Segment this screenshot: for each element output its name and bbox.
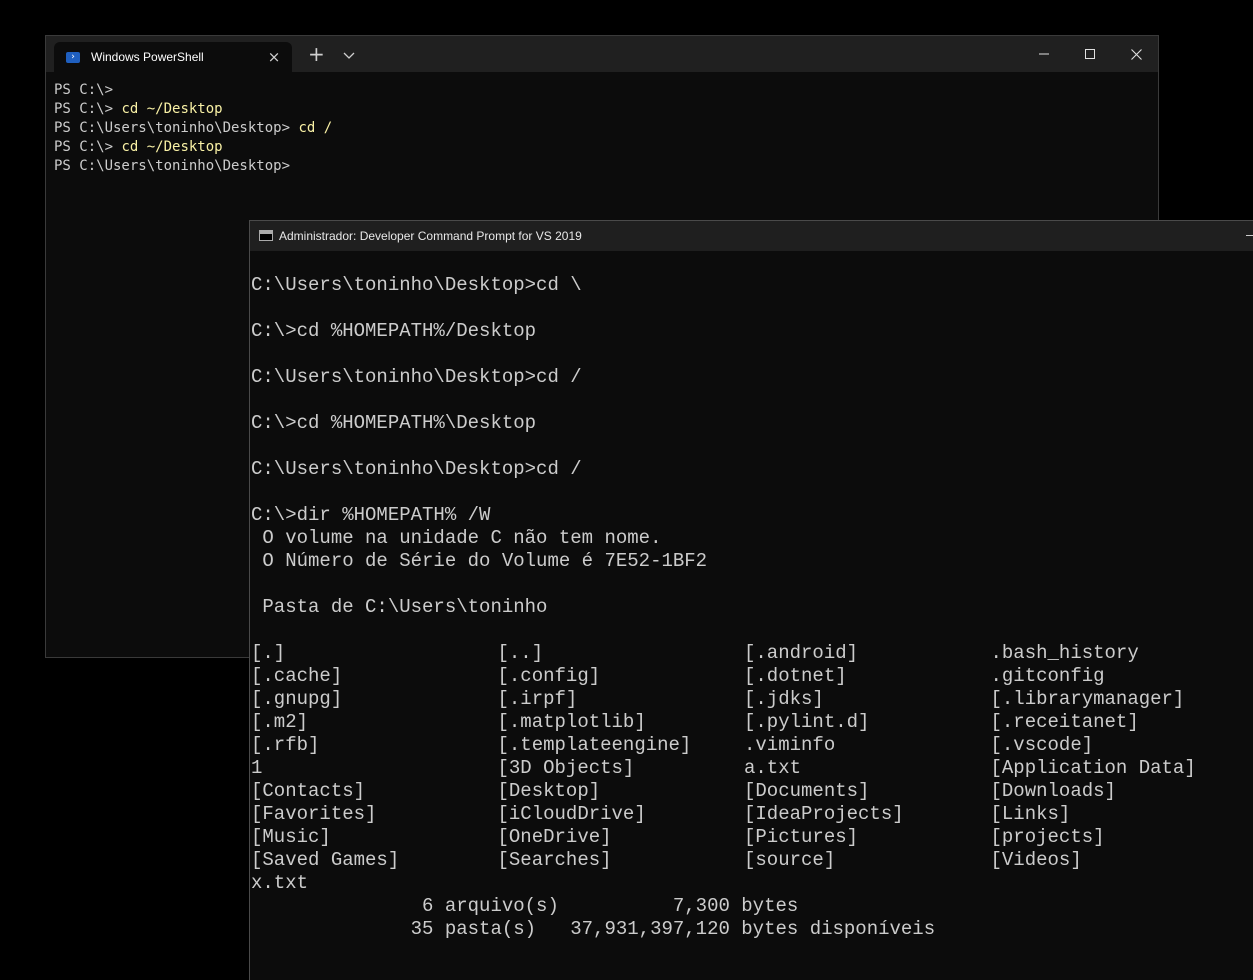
close-icon[interactable]: × — [264, 48, 284, 66]
command: cd ~/Desktop — [121, 101, 223, 117]
terminal-line: C:\>dir %HOMEPATH% /W — [251, 504, 491, 526]
command-history: C:\Users\toninho\Desktop>cd \ C:\>cd %HOM… — [251, 274, 1237, 642]
tab-title: Windows PowerShell — [91, 50, 204, 64]
summary-line: 6 arquivo(s) 7,300 bytes — [251, 895, 799, 917]
dir-entry: .bash_history — [990, 642, 1139, 664]
dir-listing: [.] [..] [.android] .bash_history [.cache] [.… — [251, 642, 1237, 895]
minimize-icon[interactable] — [1021, 36, 1067, 72]
dir-entry: [projects] — [990, 826, 1105, 848]
dir-entry: [.m2] — [251, 711, 309, 733]
dir-entry: [Saved Games] — [251, 849, 400, 871]
dir-entry: 1 — [251, 757, 263, 779]
dir-entry: [.pylint.d] — [744, 711, 870, 733]
terminal-output[interactable]: PS C:\> PS C:\> cd ~/Desktop PS C:\Users\… — [54, 81, 332, 176]
dir-entry: [IdeaProjects] — [744, 803, 904, 825]
dir-entry: [.rfb] — [251, 734, 320, 756]
dir-entry: [.templateengine] — [497, 734, 692, 756]
dir-entry: .gitconfig — [990, 665, 1105, 687]
terminal-line: C:\Users\toninho\Desktop>cd / — [251, 458, 582, 480]
summary-line: 35 pasta(s) 37,931,397,120 bytes disponí… — [251, 918, 936, 940]
dir-entry: [.jdks] — [744, 688, 824, 710]
terminal-line: PS C:\> cd ~/Desktop — [54, 138, 332, 157]
dir-entry: [OneDrive] — [497, 826, 612, 848]
terminal-line: C:\Users\toninho\Desktop>cd \ — [251, 274, 582, 296]
dir-entry: [.gnupg] — [251, 688, 343, 710]
prompt: PS C:\> — [54, 101, 122, 117]
terminal-line: C:\>cd %HOMEPATH%\Desktop — [251, 412, 537, 434]
terminal-line: PS C:\> — [54, 81, 332, 100]
dir-entry: [Downloads] — [990, 780, 1116, 802]
dir-entry: [Documents] — [744, 780, 870, 802]
dir-entry: [Music] — [251, 826, 331, 848]
tab-windows-powershell[interactable]: › Windows PowerShell × — [54, 42, 292, 72]
terminal-line: PS C:\> cd ~/Desktop — [54, 100, 332, 119]
prompt: PS C:\> — [54, 82, 122, 98]
dir-entry: [Pictures] — [744, 826, 859, 848]
dir-entry: [iCloudDrive] — [497, 803, 646, 825]
title-bar[interactable]: Administrador: Developer Command Prompt … — [250, 221, 1253, 251]
dir-entry: a.txt — [744, 757, 802, 779]
dir-entry: [Videos] — [990, 849, 1082, 871]
dir-entry: [.] — [251, 642, 286, 664]
prompt: PS C:\> — [54, 139, 122, 155]
dir-summary: 6 arquivo(s) 7,300 bytes 35 pasta(s) 37,… — [251, 895, 1237, 941]
dir-entry: [.config] — [497, 665, 601, 687]
dir-entry: [.cache] — [251, 665, 343, 687]
dir-entry: [..] — [497, 642, 544, 664]
window-title: Administrador: Developer Command Prompt … — [279, 229, 582, 243]
minimize-icon[interactable] — [1246, 235, 1253, 236]
close-icon[interactable] — [1113, 36, 1159, 72]
dir-entry: [.irpf] — [497, 688, 578, 710]
terminal-output[interactable]: C:\Users\toninho\Desktop>cd \ C:\>cd %HOM… — [251, 274, 1237, 941]
terminal-line: O volume na unidade C não tem nome. — [251, 527, 662, 549]
dir-entry: [Contacts] — [251, 780, 366, 802]
command: cd ~/Desktop — [121, 139, 223, 155]
powershell-icon: › — [66, 51, 80, 63]
dir-entry: [.receitanet] — [990, 711, 1139, 733]
dir-entry: [.matplotlib] — [497, 711, 646, 733]
dir-entry: .viminfo — [744, 734, 836, 756]
dir-entry: [3D Objects] — [497, 757, 635, 779]
dir-entry: [source] — [744, 849, 836, 871]
command: cd / — [298, 120, 333, 136]
console-icon — [259, 230, 273, 241]
terminal-line: PS C:\Users\toninho\Desktop> cd / — [54, 119, 332, 138]
terminal-line: PS C:\Users\toninho\Desktop> — [54, 157, 332, 176]
maximize-icon[interactable] — [1067, 36, 1113, 72]
dir-entry: [.android] — [744, 642, 859, 664]
dir-entry: [.librarymanager] — [990, 688, 1185, 710]
dir-entry: [Application Data] — [990, 757, 1196, 779]
prompt: PS C:\Users\toninho\Desktop> — [54, 158, 299, 174]
dir-entry: [Desktop] — [497, 780, 601, 802]
terminal-line: Pasta de C:\Users\toninho — [251, 596, 548, 618]
dir-entry: [Links] — [990, 803, 1071, 825]
dir-entry: [.dotnet] — [744, 665, 847, 687]
dir-entry: [.vscode] — [990, 734, 1094, 756]
title-bar[interactable]: › Windows PowerShell × + — [46, 36, 1158, 72]
terminal-line: O Número de Série do Volume é 7E52-1BF2 — [251, 550, 708, 572]
prompt: PS C:\Users\toninho\Desktop> — [54, 120, 299, 136]
plus-icon[interactable]: + — [308, 44, 325, 64]
dir-entry: [Searches] — [497, 849, 612, 871]
dir-entry: x.txt — [251, 872, 309, 894]
cmd-window[interactable]: Administrador: Developer Command Prompt … — [249, 220, 1253, 980]
terminal-line: C:\>cd %HOMEPATH%/Desktop — [251, 320, 537, 342]
chevron-down-icon[interactable] — [343, 47, 355, 65]
terminal-line: C:\Users\toninho\Desktop>cd / — [251, 366, 582, 388]
dir-entry: [Favorites] — [251, 803, 377, 825]
